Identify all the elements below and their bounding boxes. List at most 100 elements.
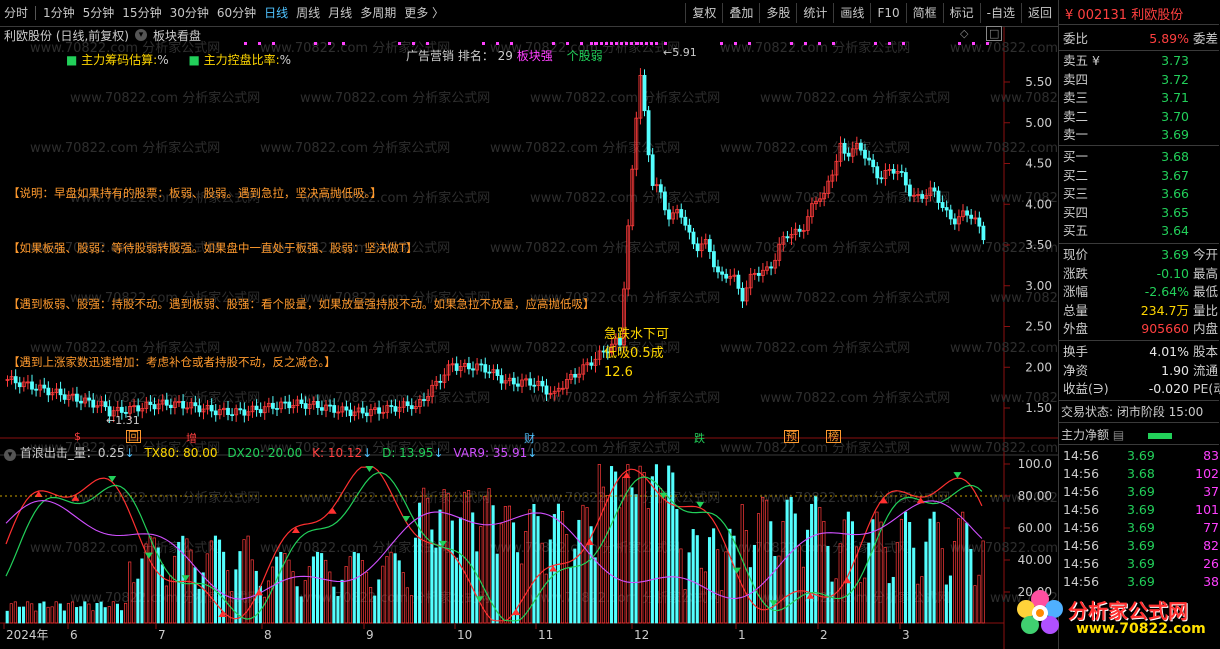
watermark-text: www.70822.com 分析家公式网 xyxy=(760,90,950,106)
candle-body xyxy=(148,401,153,405)
toolbar-button[interactable]: 复权 xyxy=(685,3,722,23)
event-marker-die[interactable]: 跌 xyxy=(694,430,705,446)
stat2-row-value: 1.90 xyxy=(1161,362,1189,378)
chevron-down-icon[interactable]: ▾ xyxy=(4,449,16,461)
period-tabs: 分时 1分钟 5分钟 15分钟 30分钟 60分钟 日线 周线 月线 多周期 更多 〉 xyxy=(0,0,448,26)
period-tab[interactable]: 5分钟 xyxy=(79,0,119,26)
event-marker-yu[interactable]: 预 xyxy=(784,430,799,443)
toolbar-button[interactable]: 统计 xyxy=(796,3,833,23)
volume-bar xyxy=(450,520,454,624)
event-marker-dollar[interactable]: $ xyxy=(74,430,81,443)
volume-bar xyxy=(924,541,928,624)
date-axis-label: 11 xyxy=(538,628,553,642)
candle-body xyxy=(193,402,198,407)
volume-bar xyxy=(193,567,197,624)
period-tab[interactable]: 日线 xyxy=(260,0,292,26)
period-tab[interactable]: 月线 xyxy=(324,0,356,26)
candle-body xyxy=(348,409,353,417)
volume-bar xyxy=(5,610,9,624)
board-selector[interactable]: 板块看盘 xyxy=(153,27,201,44)
volume-bar xyxy=(438,509,442,624)
event-marker-bang[interactable]: 榜 xyxy=(826,430,841,443)
candle-body xyxy=(287,401,292,409)
period-tab[interactable]: 更多 〉 xyxy=(400,0,448,26)
candle-body xyxy=(332,405,337,413)
toolbar-button[interactable]: 叠加 xyxy=(722,3,759,23)
signal-dot xyxy=(972,42,975,45)
watermark-text: www.70822.com 分析家公式网 xyxy=(720,440,910,456)
signal-dot xyxy=(874,42,877,45)
toolbar-button[interactable]: 画线 xyxy=(833,3,870,23)
bid-row-label: 买三 xyxy=(1063,186,1089,201)
bid-row-label: 买一 xyxy=(1063,149,1089,164)
signal-dot xyxy=(398,42,401,45)
volume-bar xyxy=(577,519,581,624)
table-icon[interactable]: ▤ xyxy=(1113,428,1124,442)
signal-dot xyxy=(610,42,613,45)
period-tab[interactable]: 30分钟 xyxy=(166,0,213,26)
period-tab[interactable]: 多周期 xyxy=(356,0,400,26)
candle-body xyxy=(908,184,912,197)
tick-volume: 26 xyxy=(1203,556,1219,571)
sub-indicator-name[interactable]: 首浪出击_量：0.25 xyxy=(20,446,125,460)
kline-chart-area[interactable]: www.70822.com 分析家公式网 www.70822.com 分析家公式网… xyxy=(0,27,1058,649)
tick-volume: 77 xyxy=(1203,520,1219,535)
signal-dot xyxy=(620,42,623,45)
period-tab[interactable]: 分时 xyxy=(0,0,32,26)
tick-price: 3.69 xyxy=(1127,556,1155,571)
watermark-text: www.70822.com 分析家公式网 xyxy=(990,90,1058,106)
candle-body xyxy=(283,401,288,404)
candle-body xyxy=(479,363,484,366)
volume-bar xyxy=(830,581,834,624)
volume-bar xyxy=(569,567,573,624)
candle-body xyxy=(197,405,202,413)
toolbar-button[interactable]: 多股 xyxy=(759,3,796,23)
volume-bar xyxy=(650,476,654,624)
bid-row: 买三 3.66 xyxy=(1059,185,1219,203)
sub-axis-label: 60.00 xyxy=(1018,521,1052,535)
period-tab[interactable]: 60分钟 xyxy=(213,0,260,26)
window-box-icon[interactable]: □ xyxy=(985,26,1003,41)
volume-bar xyxy=(320,553,324,624)
toolbar-button[interactable]: 返回 xyxy=(1020,3,1058,23)
date-axis-label: 2 xyxy=(820,628,828,642)
watermark-text: www.70822.com 分析家公式网 xyxy=(720,140,910,156)
toolbar-button[interactable]: 简框 xyxy=(905,3,943,23)
ask-row: 卖一 3.69 xyxy=(1059,126,1219,144)
candle-body xyxy=(360,407,365,414)
indicator-legend: ■ 主力筹码估算:% ■ 主力控盘比率:% xyxy=(66,51,291,68)
bid-row-value: 3.66 xyxy=(1161,186,1189,201)
period-tab[interactable]: 1分钟 xyxy=(39,0,79,26)
candle-body xyxy=(720,271,724,275)
volume-bar xyxy=(62,610,66,624)
volume-bar xyxy=(912,547,916,624)
signal-dot xyxy=(272,42,275,45)
volume-bar xyxy=(95,603,99,624)
toolbar-button[interactable]: 标记 xyxy=(942,3,980,23)
candle-body xyxy=(483,364,488,373)
stat-row-value: 905660 xyxy=(1141,321,1189,336)
ask-row-value: 3.69 xyxy=(1161,127,1189,142)
date-axis-label: 12 xyxy=(634,628,649,642)
watermark-text: www.70822.com 分析家公式网 xyxy=(300,90,490,106)
candle-body xyxy=(454,363,459,371)
period-tab[interactable]: 周线 xyxy=(292,0,324,26)
candle-body xyxy=(58,388,63,396)
toolbar-button[interactable]: -自选 xyxy=(979,3,1021,23)
candle-body xyxy=(544,385,549,395)
toolbar-button[interactable]: F10 xyxy=(870,3,905,23)
chevron-down-icon[interactable]: ▾ xyxy=(135,29,147,41)
signal-dot xyxy=(720,42,723,45)
candle-body xyxy=(299,399,304,404)
volume-bar xyxy=(814,495,818,624)
date-axis-label: 9 xyxy=(366,628,374,642)
period-tab[interactable]: 15分钟 xyxy=(118,0,165,26)
candle-body xyxy=(344,406,349,411)
tick-price: 3.69 xyxy=(1127,484,1155,499)
diamond-icon[interactable]: ◇ xyxy=(960,27,968,40)
event-marker-hui[interactable]: 回 xyxy=(126,430,141,443)
candle-body xyxy=(650,154,655,186)
volume-bar xyxy=(332,586,336,624)
candle-body xyxy=(691,231,696,245)
candle-body xyxy=(716,266,720,273)
